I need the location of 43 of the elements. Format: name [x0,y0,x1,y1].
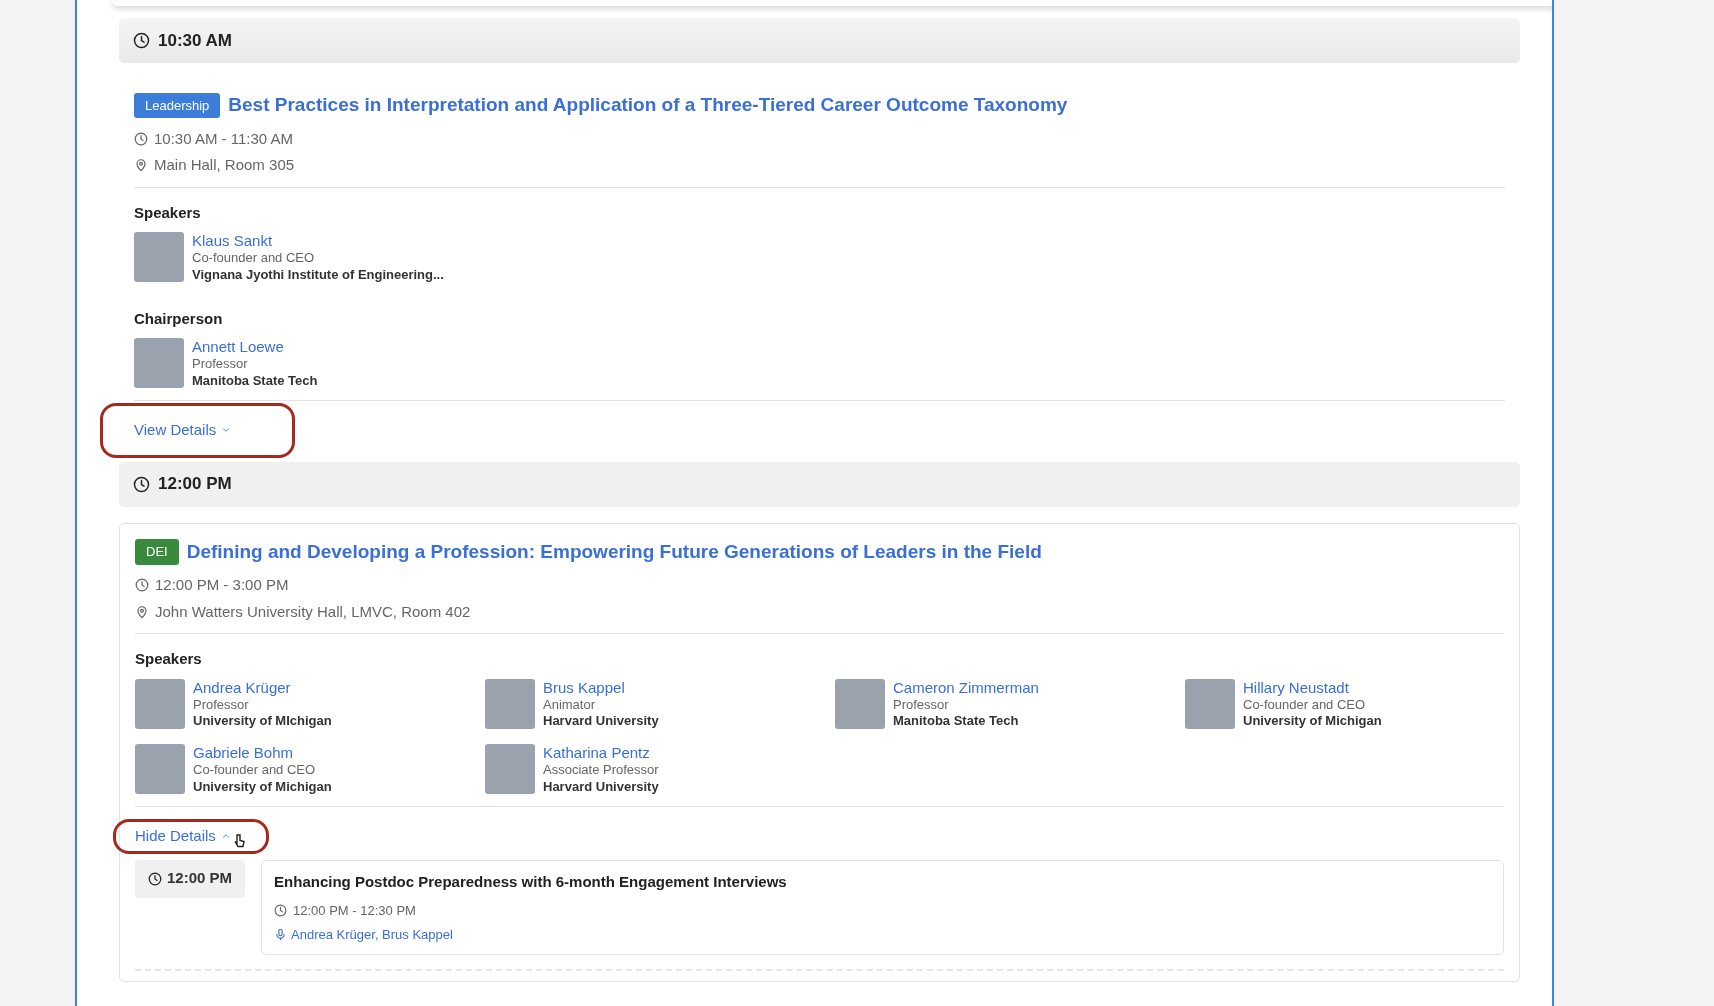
session-title-link[interactable]: Best Practices in Interpretation and Application of a Three-Tiered Career Outcome Taxonomy [228,91,1068,120]
speaker-organization: Manitoba State Tech [893,713,1020,731]
subsession-time-range: 12:00 PM - 12:30 PM [293,902,416,921]
speaker-role: Co-founder and CEO [192,250,316,267]
speaker-organization: Harvard University [543,779,659,797]
session-title-link[interactable]: Defining and Developing a Profession: Empowering Future Generations of Leaders in the Field [186,537,1042,567]
speaker-organization: Manitoba State Tech [192,373,318,391]
speaker-role: Co-founder and CEO [1243,696,1367,714]
session-time: 10:30 AM - 11:30 AM [154,128,293,149]
speaker-name-link[interactable]: Katharina Pentz [543,744,659,763]
subsession-time: 12:00 PM [167,868,233,889]
speaker-organization: Harvard University [543,713,659,731]
speaker-role: Associate Professor [543,762,659,780]
details-toggle-link[interactable]: Hide Details [135,825,231,848]
speaker-role: Animator [543,696,597,714]
category-tag: Leadership [134,92,221,118]
speaker-role: Professor [193,696,250,714]
category-tag: DEI [135,539,179,565]
speaker-name-link[interactable]: Cameron Zimmerman [893,678,1039,697]
speaker-role: Professor [893,696,950,714]
time-slot-label: 10:30 AM [158,29,232,52]
subsession-title: Enhancing Postdoc Preparedness with 6-month Engagement Interviews [274,871,788,892]
time-slot-label: 12:00 PM [158,473,232,496]
details-toggle-link[interactable]: View Details [134,419,232,442]
speaker-name-link[interactable]: Gabriele Bohm [193,744,332,763]
session-location: John Watters University Hall, LMVC, Room 402 [155,601,471,622]
subsession-speakers-link[interactable]: Andrea Krüger, Brus Kappel [291,924,453,945]
speaker-role: Co-founder and CEO [193,762,317,780]
session-time: 12:00 PM - 3:00 PM [155,575,289,596]
speaker-organization: University of Michigan [193,779,332,797]
speaker-name-link[interactable]: Brus Kappel [543,678,659,697]
speaker-organization: University of Michigan [1243,713,1382,731]
speaker-name-link[interactable]: Andrea Krüger [193,678,332,697]
speaker-name-link[interactable]: Hillary Neustadt [1243,678,1382,697]
session-location: Main Hall, Room 305 [154,155,295,175]
speaker-name-link[interactable]: Klaus Sankt [192,232,444,250]
speaker-role: Professor [192,356,249,374]
group-heading: Chairperson [134,308,224,329]
speaker-organization: University of MIchigan [193,713,332,731]
group-heading: Speakers [135,649,203,670]
group-heading: Speakers [134,202,202,223]
speaker-organization: Vignana Jyothi Institute of Engineering... [192,266,444,284]
speaker-name-link[interactable]: Annett Loewe [192,338,318,357]
